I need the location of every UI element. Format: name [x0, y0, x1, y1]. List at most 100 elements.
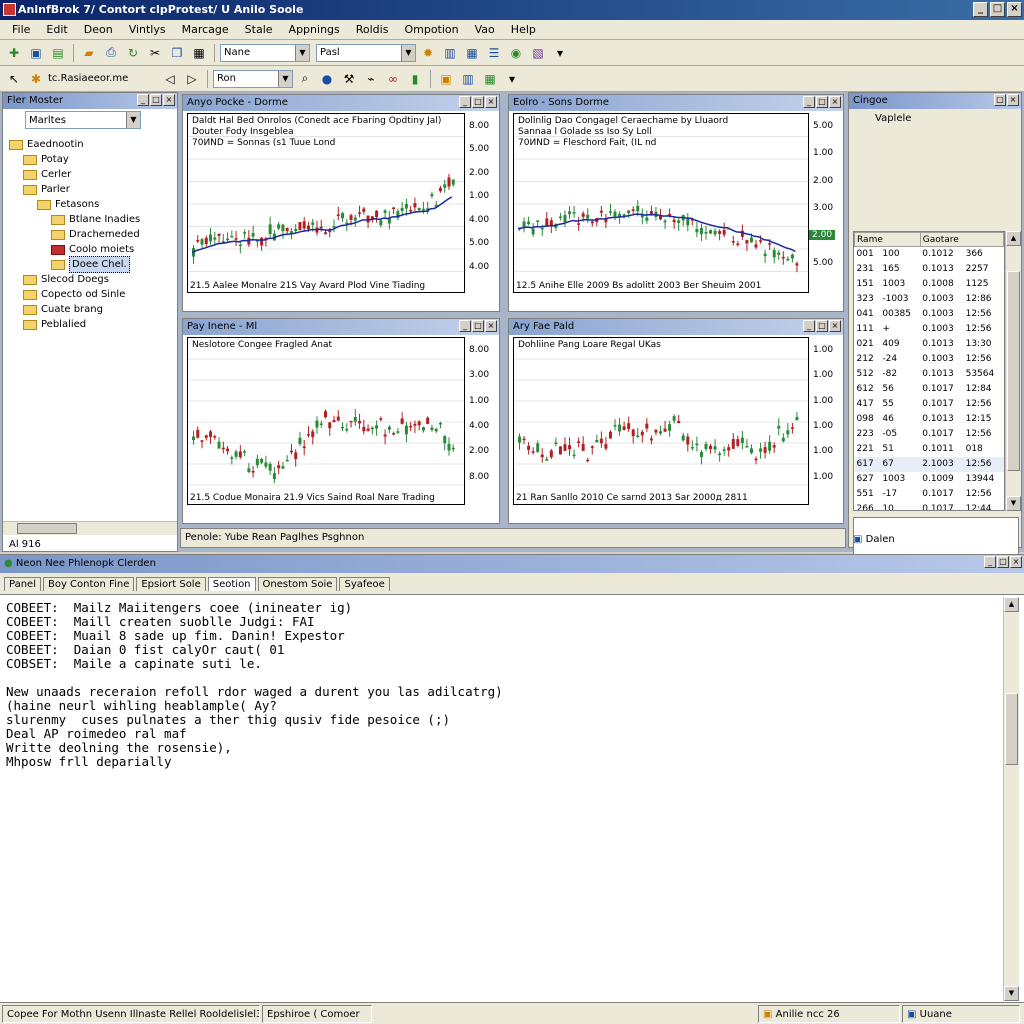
next-icon[interactable]: ▷	[182, 69, 202, 89]
tree-item[interactable]: Drachemeded	[9, 227, 169, 242]
file-panel-combo[interactable]: Marltes ▼	[25, 111, 141, 129]
quote-row[interactable]: 111 +0.1003 12:56	[855, 322, 1004, 337]
tools-icon[interactable]: ⚒	[339, 69, 359, 89]
quote-row[interactable]: 417 55 0.1017 12:56	[855, 397, 1004, 412]
play-icon[interactable]: ◁	[160, 69, 180, 89]
brush-icon[interactable]: ⌁	[361, 69, 381, 89]
tree-item[interactable]: Btlane Inadies	[9, 212, 169, 227]
tree-item[interactable]: Potay	[9, 152, 169, 167]
close-button[interactable]: ×	[485, 96, 497, 108]
chart-window[interactable]: Anyo Pocke - Dorme _ □ × Daldt Hal Bed Onr…	[182, 94, 500, 312]
tree-item[interactable]: Copecto od Sinle	[9, 287, 169, 302]
bulb-icon[interactable]: ✹	[418, 43, 438, 63]
quotes-subtitle[interactable]: Vaplele	[875, 113, 911, 124]
restore-button[interactable]: □	[816, 96, 828, 108]
print-icon[interactable]: ⎙	[101, 43, 121, 63]
minimize-button[interactable]: _	[803, 320, 815, 332]
chart-window[interactable]: Eolro - Sons Dorme _ □ × Dollnlig Dao Cong…	[508, 94, 844, 312]
menu-edit[interactable]: Edit	[38, 20, 75, 40]
lock-icon[interactable]: ▣	[436, 69, 456, 89]
arrow-icon[interactable]: ↖	[4, 69, 24, 89]
minimize-button[interactable]: _	[137, 94, 149, 106]
minimize-button[interactable]: _	[459, 320, 471, 332]
candles-icon[interactable]: ▮	[405, 69, 425, 89]
quote-row[interactable]: 627 1003 0.1009 13944	[855, 472, 1004, 487]
tree-item[interactable]: Fetasons	[9, 197, 169, 212]
globe-icon[interactable]: ◉	[506, 43, 526, 63]
paste-icon[interactable]: ▦	[189, 43, 209, 63]
scroll-down-icon[interactable]: ▼	[1006, 496, 1021, 511]
address-text[interactable]: tc.Rasiaeeor.me	[48, 73, 158, 84]
tree-item[interactable]: Coolo moiets	[9, 242, 169, 257]
quote-row[interactable]: 223 -05 0.1017 12:56	[855, 427, 1004, 442]
scroll-up-icon[interactable]: ▲	[1004, 597, 1019, 612]
quote-row[interactable]: 612 56 0.1017 12:84	[855, 382, 1004, 397]
restore-button[interactable]: □	[997, 556, 1009, 568]
menu-ompotion[interactable]: Ompotion	[396, 20, 466, 40]
close-button[interactable]: ×	[1010, 556, 1022, 568]
menu-help[interactable]: Help	[503, 20, 544, 40]
quote-row[interactable]: 323 -1003 0.1003 12:86	[855, 292, 1004, 307]
restore-button[interactable]: □	[150, 94, 162, 106]
layout-combo[interactable]: Pasl ▼	[316, 43, 416, 62]
menu-stale[interactable]: Stale	[237, 20, 281, 40]
menu-appnings[interactable]: Appnings	[281, 20, 348, 40]
chart-plot-area[interactable]: Daldt Hal Bed Onrolos (Conedt ace Fbarin…	[187, 113, 465, 293]
symbol-combo[interactable]: Nane ▼	[220, 43, 310, 62]
menu-marcage[interactable]: Marcage	[174, 20, 237, 40]
tree-item[interactable]: Slecod Doegs	[9, 272, 169, 287]
close-button[interactable]: ×	[1007, 94, 1019, 106]
period-combo[interactable]: Ron ▼	[213, 69, 293, 88]
book-icon[interactable]: ▧	[528, 43, 548, 63]
tree-item[interactable]: Parler	[9, 182, 169, 197]
tree-item[interactable]: Eaednootin	[9, 137, 169, 152]
quote-row[interactable]: 041 00385 0.1003 12:56	[855, 307, 1004, 322]
folder-icon[interactable]: ▰	[79, 43, 99, 63]
list-icon[interactable]: ☰	[484, 43, 504, 63]
col-header-value[interactable]: Gaotare	[919, 232, 1004, 247]
quote-row[interactable]: 617 67 2.1003 12:56	[854, 456, 1004, 472]
zoom-icon[interactable]: ⌕	[295, 69, 315, 89]
scroll-thumb[interactable]	[1005, 693, 1018, 765]
quotes-vscroll[interactable]: ▲ ▼	[1005, 231, 1021, 511]
output-tab[interactable]: Syafeoe	[339, 577, 390, 591]
maximize-button[interactable]: □	[990, 2, 1005, 17]
quote-row[interactable]: 021 409 0.1013 13:30	[855, 337, 1004, 352]
tree-item[interactable]: Cerler	[9, 167, 169, 182]
scroll-up-icon[interactable]: ▲	[1006, 231, 1021, 246]
output-tab[interactable]: Epsiort Sole	[136, 577, 206, 591]
file-panel-hscroll[interactable]	[3, 521, 177, 535]
quote-row[interactable]: 001 100 0.1012 366	[855, 247, 1004, 262]
quote-row[interactable]: 221 51 0.1011 018	[855, 442, 1004, 457]
chart-window-header[interactable]: Eolro - Sons Dorme _ □ ×	[509, 95, 843, 111]
scroll-thumb[interactable]	[17, 523, 77, 534]
chart-icon[interactable]: ▥	[440, 43, 460, 63]
chart-plot-area[interactable]: Dohliine Pang Loare Regal UKas 21 Ran San…	[513, 337, 809, 505]
bar-chart-icon[interactable]: ▥	[458, 69, 478, 89]
output-tab[interactable]: Boy Conton Fine	[42, 577, 135, 591]
menu-deon[interactable]: Deon	[76, 20, 121, 40]
output-text[interactable]: COBEET: Mailz Maiitengers coee (inineate…	[6, 601, 996, 769]
table-icon[interactable]: ▦	[480, 69, 500, 89]
menu-roldis[interactable]: Roldis	[348, 20, 397, 40]
link-icon[interactable]: ∞	[383, 69, 403, 89]
quote-row[interactable]: 151 1003 0.1008 1125	[855, 277, 1004, 292]
close-button[interactable]: ×	[485, 320, 497, 332]
minimize-button[interactable]: _	[973, 2, 988, 17]
close-button[interactable]: ×	[829, 96, 841, 108]
minimize-button[interactable]: _	[803, 96, 815, 108]
save-icon[interactable]: ▤	[48, 43, 68, 63]
output-tab[interactable]: Seotion	[207, 577, 256, 591]
menu-vintlys[interactable]: Vintlys	[121, 20, 174, 40]
open-icon[interactable]: ▣	[26, 43, 46, 63]
toolbar-more-icon[interactable]: ▾	[502, 69, 522, 89]
restore-button[interactable]: □	[994, 94, 1006, 106]
refresh-icon[interactable]: ↻	[123, 43, 143, 63]
close-button[interactable]: ×	[829, 320, 841, 332]
close-button[interactable]: ×	[1007, 2, 1022, 17]
menu-vao[interactable]: Vao	[467, 20, 503, 40]
close-button[interactable]: ×	[163, 94, 175, 106]
restore-button[interactable]: □	[472, 320, 484, 332]
col-header-name[interactable]: Rame	[854, 232, 921, 247]
star-icon[interactable]: ✱	[26, 69, 46, 89]
